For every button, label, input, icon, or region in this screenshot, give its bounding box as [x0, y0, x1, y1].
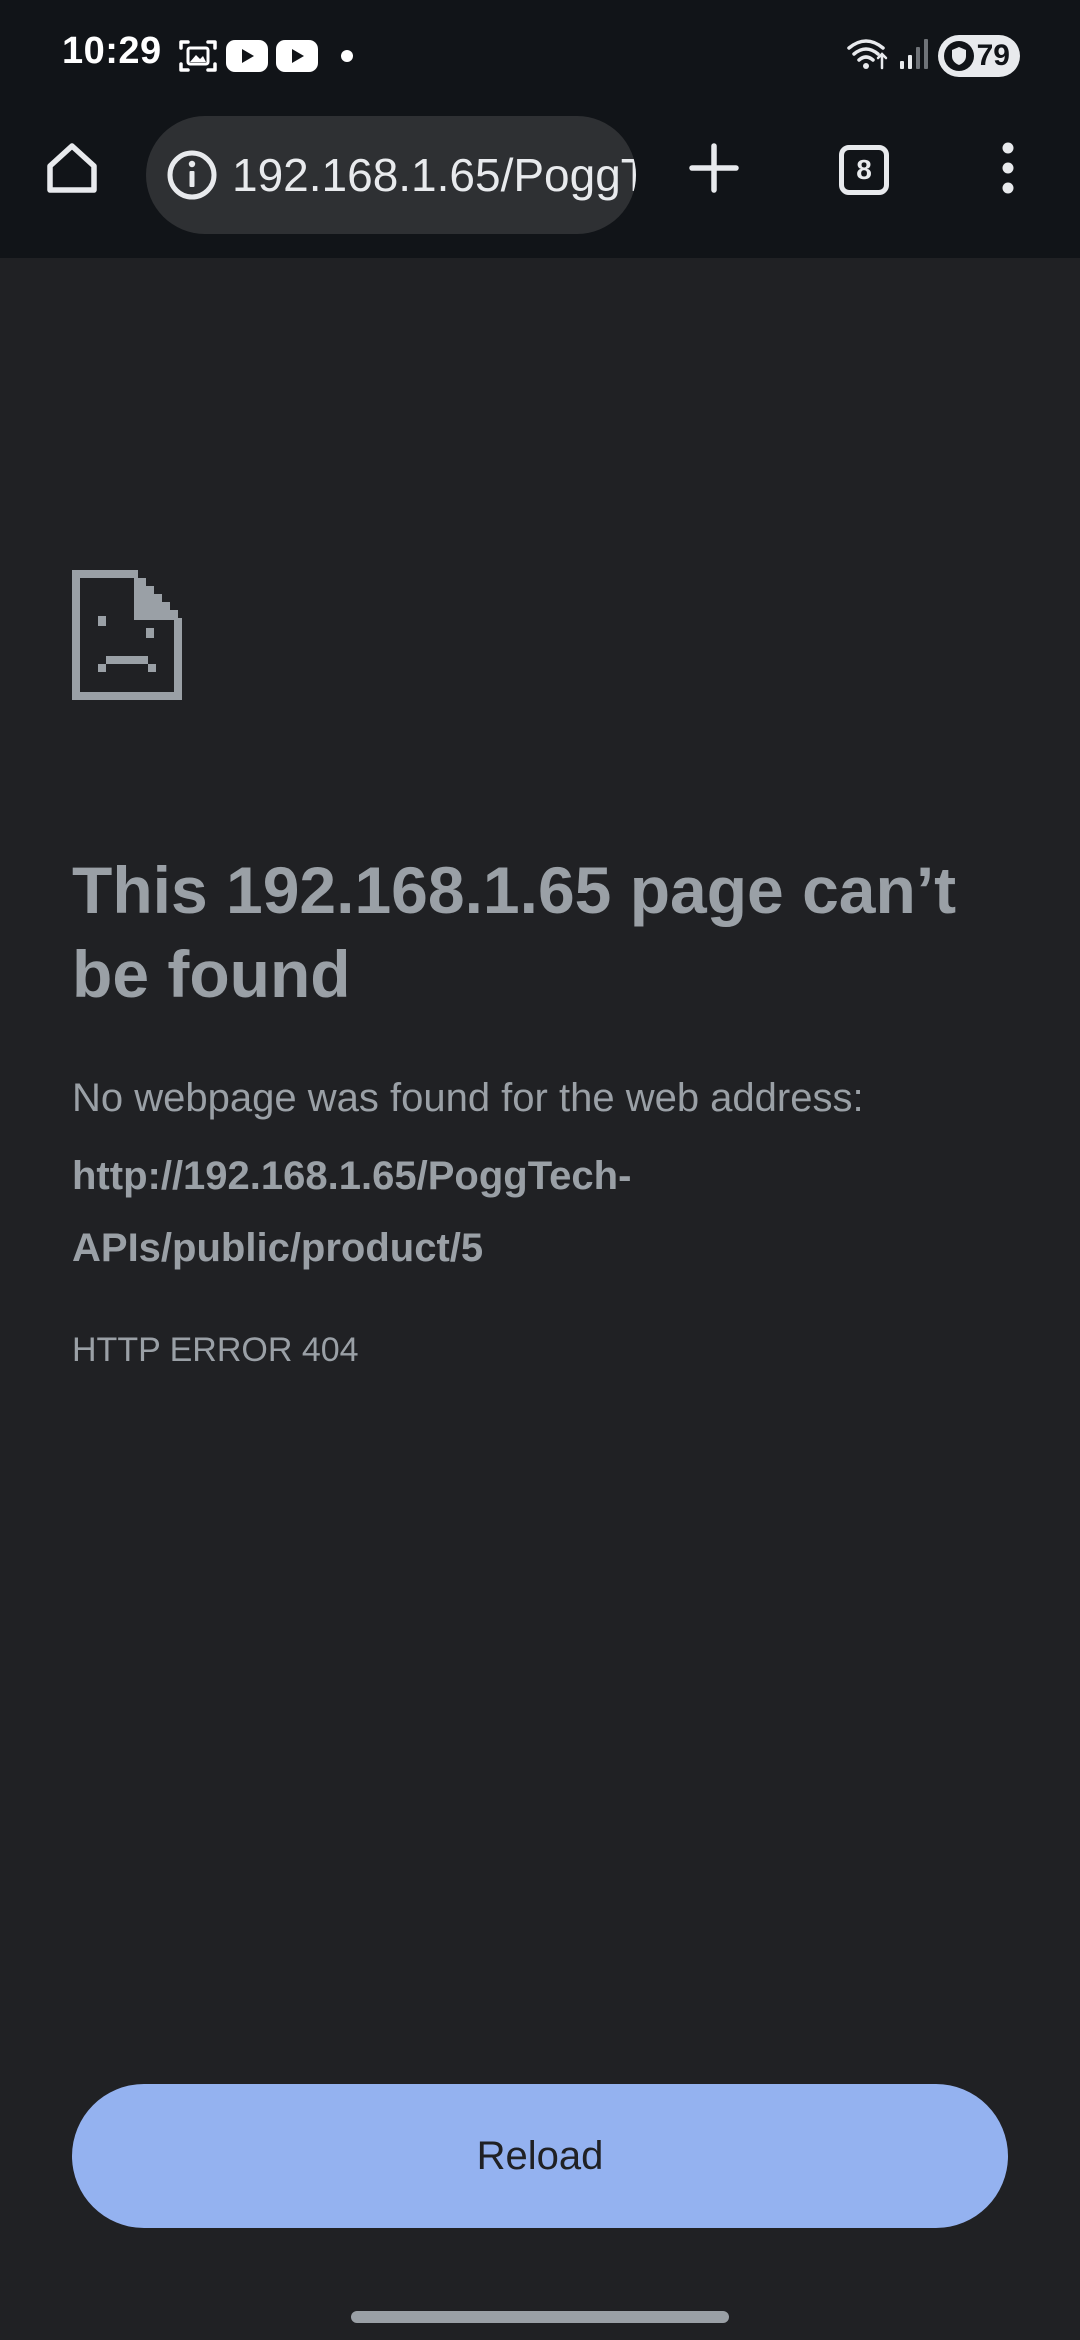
youtube-icon — [226, 40, 268, 72]
browser-toolbar: 192.168.1.65/PoggTech-APIs/public/produc… — [0, 110, 1080, 240]
reload-button[interactable]: Reload — [72, 2084, 1008, 2228]
browser-chrome: 10:29 79 192.168.1.65/PoggT 8 — [0, 0, 1080, 258]
screenshot-icon — [178, 38, 218, 74]
status-notification-icons — [178, 38, 354, 74]
error-code: HTTP ERROR 404 — [72, 1331, 359, 1369]
signal-icon — [898, 37, 930, 76]
status-bar: 10:29 79 — [0, 0, 1080, 110]
menu-button[interactable] — [972, 134, 1044, 206]
new-tab-button[interactable] — [678, 134, 750, 206]
notification-dot-icon — [340, 49, 354, 63]
gesture-navigation-bar[interactable] — [351, 2311, 729, 2323]
error-description: No webpage was found for the web address… — [72, 1076, 864, 1120]
plus-icon — [686, 140, 742, 201]
status-time: 10:29 — [62, 30, 162, 72]
battery-indicator: 79 — [938, 35, 1020, 77]
status-system-icons: 79 — [846, 34, 1020, 78]
youtube-icon — [276, 40, 318, 72]
error-title: This 192.168.1.65 page can’t be found — [72, 853, 957, 1011]
home-icon — [42, 138, 102, 203]
more-vert-icon — [998, 140, 1018, 201]
tab-count: 8 — [856, 154, 872, 185]
shield-icon — [944, 41, 974, 76]
wifi-icon — [846, 36, 890, 77]
battery-level: 79 — [976, 39, 1010, 72]
sad-page-icon — [72, 570, 182, 705]
address-bar-url[interactable]: 192.168.1.65/PoggTech-APIs/public/produc… — [232, 148, 636, 202]
address-bar[interactable]: 192.168.1.65/PoggTech-APIs/public/produc… — [146, 116, 636, 234]
info-icon[interactable] — [164, 147, 220, 203]
tab-switcher-icon: 8 — [839, 145, 889, 195]
tab-switcher-button[interactable]: 8 — [828, 134, 900, 206]
error-url: http://192.168.1.65/PoggTech-APIs/public… — [72, 1154, 632, 1270]
home-button[interactable] — [36, 134, 108, 206]
